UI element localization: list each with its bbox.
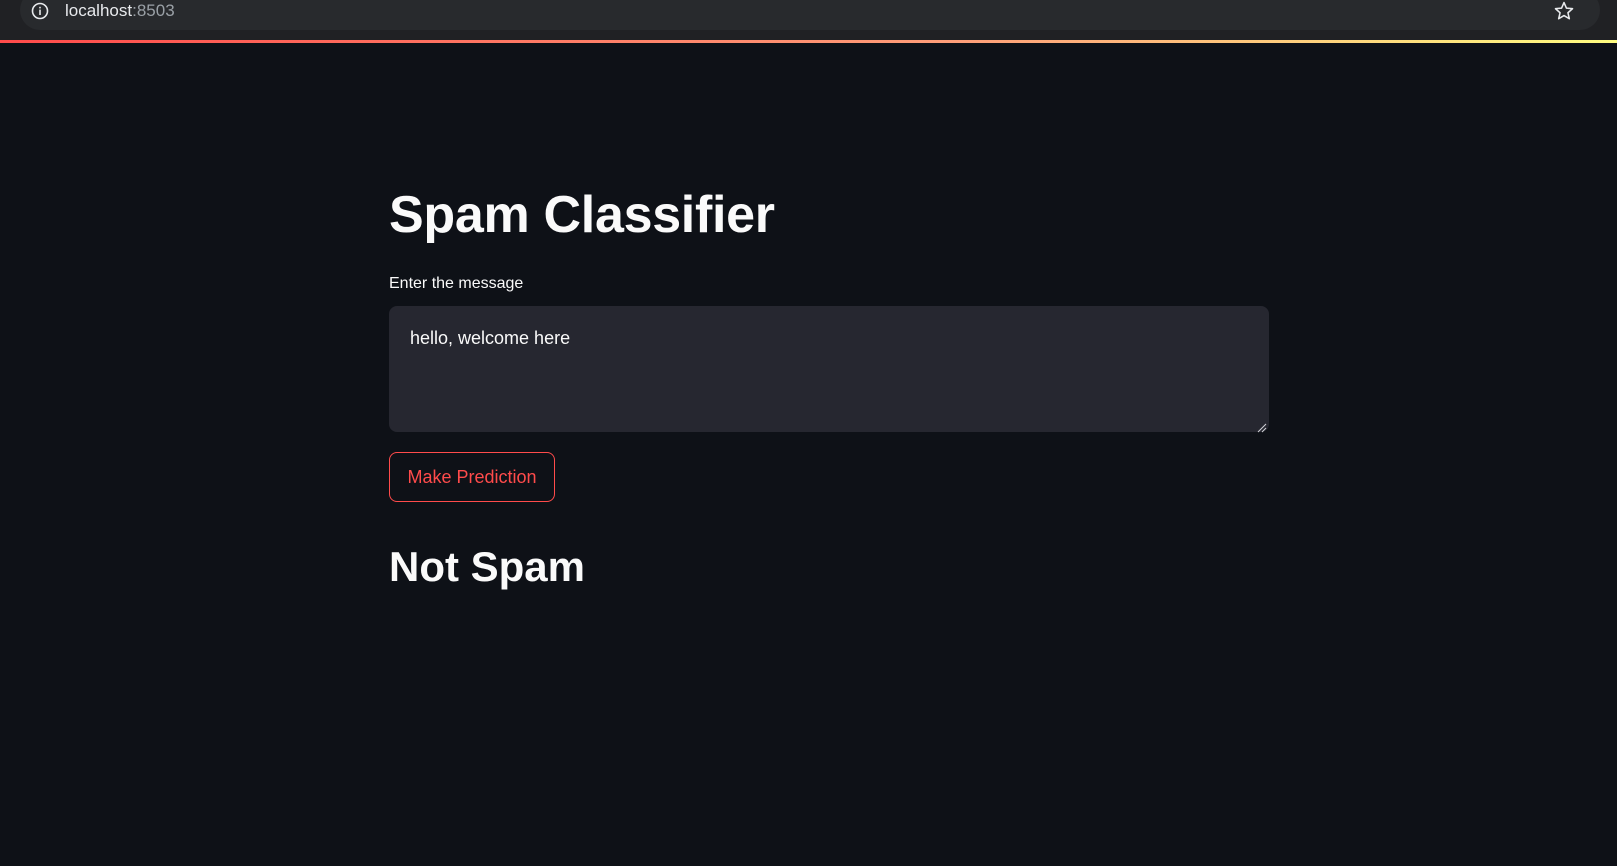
- url-text[interactable]: localhost:8503: [65, 0, 175, 22]
- header-decoration-bar: [0, 40, 1617, 43]
- page-title: Spam Classifier: [389, 186, 775, 244]
- browser-toolbar: localhost:8503: [0, 0, 1617, 40]
- make-prediction-button[interactable]: Make Prediction: [389, 452, 555, 502]
- prediction-result: Not Spam: [389, 543, 586, 590]
- url-host: localhost: [65, 1, 133, 20]
- message-label: Enter the message: [389, 275, 524, 292]
- message-input[interactable]: hello, welcome here: [389, 306, 1269, 432]
- star-icon[interactable]: [1550, 0, 1578, 22]
- url-port: :8503: [132, 1, 175, 20]
- address-bar[interactable]: [20, 0, 1600, 30]
- resize-handle-icon[interactable]: [1257, 420, 1267, 433]
- info-icon[interactable]: [28, 0, 52, 22]
